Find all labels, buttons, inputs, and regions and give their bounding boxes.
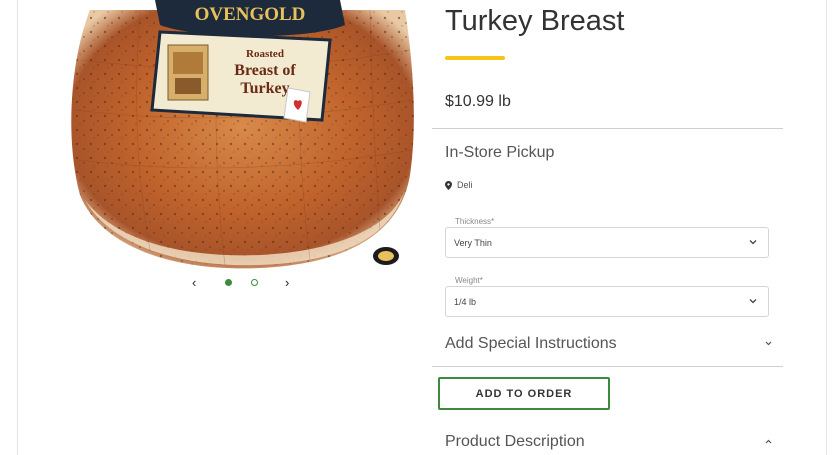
- product-title: Turkey Breast: [445, 5, 625, 37]
- map-pin-icon: [445, 180, 452, 190]
- chevron-down-icon: [749, 299, 757, 304]
- weight-label: Weight*: [454, 276, 484, 285]
- product-price: $10.99 lb: [445, 93, 511, 110]
- product-image: OVENGOLD Roasted Breast of Turkey: [60, 0, 420, 275]
- weight-select[interactable]: Weight* 1/4 lb: [445, 276, 769, 317]
- divider: [432, 128, 783, 129]
- thickness-label: Thickness*: [454, 217, 496, 226]
- divider: [432, 366, 783, 367]
- special-instructions-toggle[interactable]: Add Special Instructions: [445, 335, 775, 357]
- special-instructions-label: Add Special Instructions: [445, 335, 617, 352]
- chevron-right-icon[interactable]: ›: [285, 274, 289, 292]
- content-border-left: [17, 0, 18, 455]
- chevron-up-icon: [765, 439, 772, 444]
- carousel-dot-2[interactable]: [251, 279, 258, 286]
- add-to-order-button[interactable]: ADD TO ORDER: [438, 377, 610, 410]
- thickness-select[interactable]: Thickness* Very Thin: [445, 217, 769, 258]
- weight-value: 1/4 lb: [454, 297, 477, 307]
- product-detail-page: OVENGOLD Roasted Breast of Turkey ‹ › Tu…: [0, 0, 834, 455]
- content-border-right: [826, 0, 827, 455]
- brand-logo-text: OVENGOLD: [195, 4, 306, 25]
- label-line-roasted: Roasted: [246, 48, 284, 60]
- title-accent-underline: [445, 56, 505, 60]
- image-carousel-controls: ‹ ›: [188, 274, 298, 292]
- chevron-down-icon: [749, 240, 757, 245]
- pickup-heading: In-Store Pickup: [445, 144, 555, 161]
- chevron-down-icon: [765, 341, 772, 346]
- pickup-location-label: Deli: [457, 180, 473, 190]
- label-line-turkey: Turkey: [240, 80, 289, 97]
- pickup-location: Deli: [445, 180, 473, 190]
- product-description-label: Product Description: [445, 433, 585, 450]
- carousel-dot-1[interactable]: [225, 279, 232, 286]
- product-description-toggle[interactable]: Product Description: [445, 433, 775, 455]
- thickness-value: Very Thin: [454, 238, 492, 248]
- label-line-breast-of: Breast of: [234, 62, 296, 79]
- chevron-left-icon[interactable]: ‹: [192, 274, 196, 292]
